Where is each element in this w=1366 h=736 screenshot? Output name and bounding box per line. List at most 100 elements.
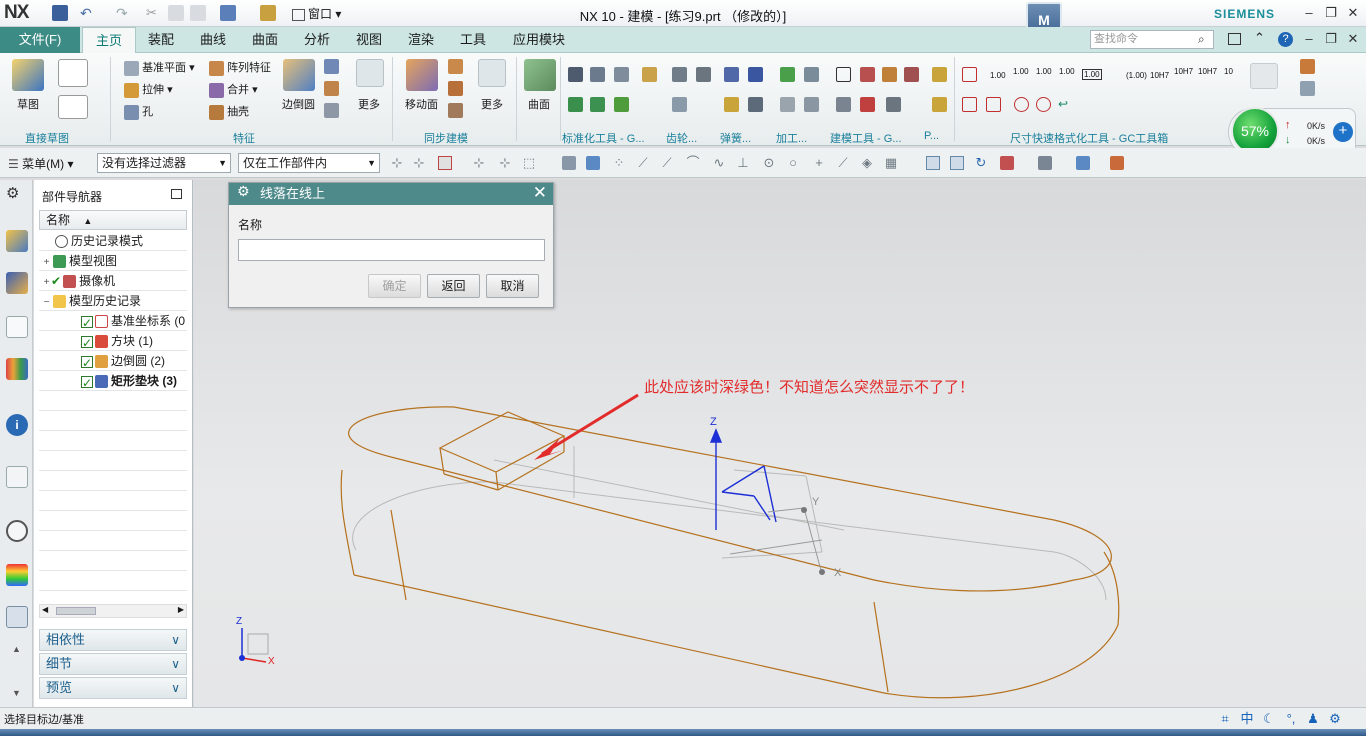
save-icon[interactable]	[52, 5, 68, 21]
visibility-checkbox[interactable]	[81, 373, 93, 390]
tree-row-model-views[interactable]: + 模型视图	[39, 251, 187, 271]
std-tool-icon-2[interactable]	[590, 67, 605, 82]
std-tool-icon-1[interactable]	[568, 67, 583, 82]
std-tool-icon-5[interactable]	[590, 97, 605, 112]
surface-button[interactable]: 曲面	[528, 96, 550, 112]
more-features-button[interactable]: 更多	[358, 96, 380, 112]
ime-lang[interactable]: 中	[1236, 709, 1258, 729]
fit-view-icon[interactable]	[926, 156, 940, 170]
touch-mode-icon[interactable]	[260, 5, 276, 21]
tab-render[interactable]: 渲染	[400, 27, 442, 53]
dim-value[interactable]: (1.00)	[1126, 71, 1147, 80]
machining-tool-icon-4[interactable]	[804, 97, 819, 112]
delete-face-icon[interactable]	[448, 103, 463, 118]
back-button[interactable]: 返回	[427, 274, 480, 298]
redo-icon[interactable]: ↷	[116, 5, 132, 21]
vertex-snap-icon[interactable]: ⁘	[612, 156, 626, 170]
dependencies-panel[interactable]: 相依性 ∨	[39, 629, 187, 651]
tree-row-edge-blend[interactable]: 边倒圆 (2)	[39, 351, 187, 371]
collapse-ribbon-icon[interactable]: ⌃	[1254, 30, 1265, 46]
layer-settings-icon[interactable]	[1250, 63, 1278, 89]
dim-tool-icon-3[interactable]	[986, 97, 1001, 112]
draft-icon[interactable]	[324, 81, 339, 96]
group-spring[interactable]: 弹簧...	[720, 130, 751, 146]
group-sync-modeling[interactable]: 同步建模	[424, 130, 468, 146]
edge-blend-button[interactable]: 边倒圆	[282, 96, 315, 112]
system-materials-icon[interactable]	[6, 564, 28, 586]
scroll-down-icon[interactable]: ▼	[12, 688, 21, 698]
scroll-up-icon[interactable]: ▲	[12, 644, 21, 654]
part-icon[interactable]	[220, 5, 236, 21]
group-feature[interactable]: 特征	[233, 130, 255, 146]
ime-settings-icon[interactable]: ⚙	[1324, 709, 1346, 729]
section-icon[interactable]	[1110, 156, 1124, 170]
tree-row-block[interactable]: 方块 (1)	[39, 331, 187, 351]
visibility-checkbox[interactable]	[81, 333, 93, 350]
file-menu-tab[interactable]: 文件(F)	[0, 27, 80, 53]
machining-tool-icon-3[interactable]	[780, 97, 795, 112]
modeling-tool-icon-5[interactable]	[836, 97, 851, 112]
visibility-checkbox[interactable]	[81, 353, 93, 370]
tree-row-datum-csys[interactable]: 基准坐标系 (0	[39, 311, 187, 331]
expand-icon[interactable]: +	[42, 253, 51, 270]
group-std-tools[interactable]: 标准化工具 - G...	[562, 130, 645, 146]
dim-tool-icon[interactable]	[962, 67, 977, 82]
dim-value[interactable]: 10H7	[1174, 67, 1193, 76]
dim-value[interactable]: 10H7	[1198, 67, 1217, 76]
hole-button[interactable]: 孔	[124, 103, 153, 120]
constraint-navigator-icon[interactable]	[6, 272, 28, 294]
rotate-icon[interactable]: ↻	[974, 156, 988, 170]
quick-access-icon[interactable]	[1300, 59, 1315, 74]
orient-icon[interactable]	[1000, 156, 1014, 170]
undo-icon[interactable]: ↶	[80, 5, 96, 21]
dim-tool-icon-4[interactable]	[1014, 97, 1029, 112]
tab-curve[interactable]: 曲线	[192, 27, 234, 53]
type-filter-select[interactable]: 没有选择过滤器 ▼	[97, 153, 231, 173]
ok-button[interactable]: 确定	[368, 274, 421, 298]
ime-toggle-icon[interactable]: ⌗	[1214, 709, 1236, 729]
machining-tool-icon[interactable]	[780, 67, 795, 82]
gear-tool-icon-2[interactable]	[696, 67, 711, 82]
body-select-icon[interactable]	[562, 156, 576, 170]
machining-tool-icon-2[interactable]	[804, 67, 819, 82]
scroll-right-icon[interactable]: ▶	[178, 605, 184, 614]
spline-snap-icon[interactable]: ∿	[712, 156, 726, 170]
extrude-button[interactable]: 拉伸 ▾	[124, 81, 173, 98]
dim-tool-icon-6[interactable]: ↩	[1058, 97, 1073, 112]
p-tool-icon[interactable]	[932, 67, 947, 82]
history-icon[interactable]	[6, 520, 28, 542]
move-face-button[interactable]: 移动面	[405, 96, 438, 112]
p-tool-icon-2[interactable]	[932, 97, 947, 112]
cancel-button[interactable]: 取消	[486, 274, 539, 298]
ime-punct-icon[interactable]: °,	[1280, 709, 1302, 729]
ime-toolbar[interactable]: ⌗ 中 ☾ °, ♟ ⚙	[1214, 709, 1366, 729]
settings-icon[interactable]: ⚙	[6, 184, 24, 202]
datum-plane-button[interactable]: 基准平面 ▾	[124, 59, 195, 76]
pattern-feature-button[interactable]: 阵列特征	[209, 59, 271, 76]
info-icon[interactable]: i	[6, 414, 28, 436]
dim-value[interactable]: 10H7	[1150, 71, 1169, 80]
sketch-icon[interactable]	[12, 59, 44, 91]
modeling-tool-icon-6[interactable]	[860, 97, 875, 112]
doc-minimize-button[interactable]: –	[1300, 30, 1318, 48]
gear-tool-icon[interactable]	[672, 67, 687, 82]
expand-icon[interactable]: +	[42, 273, 51, 290]
move-face-icon[interactable]	[406, 59, 438, 91]
ime-user-icon[interactable]: ♟	[1302, 709, 1324, 729]
dim-tool-icon-5[interactable]	[1036, 97, 1051, 112]
std-tool-icon-4[interactable]	[568, 97, 583, 112]
horizontal-scrollbar[interactable]: ◀ ▶	[39, 604, 187, 618]
group-gear[interactable]: 齿轮...	[666, 130, 697, 146]
group-dim-tools[interactable]: 尺寸快速格式化工具 - GC工具箱	[1010, 130, 1168, 146]
roles-icon[interactable]	[6, 606, 28, 628]
network-plus-icon[interactable]: +	[1333, 122, 1353, 142]
surface-icon[interactable]	[524, 59, 556, 91]
feature-select-icon[interactable]	[438, 156, 452, 170]
std-tool-icon-3[interactable]	[614, 67, 629, 82]
scroll-thumb[interactable]	[56, 607, 96, 615]
dim-value[interactable]: 10	[1224, 67, 1233, 76]
dim-value[interactable]: 1.00	[990, 71, 1006, 80]
tab-assembly[interactable]: 装配	[140, 27, 182, 53]
maximize-icon[interactable]	[171, 189, 182, 199]
modeling-tool-icon-2[interactable]	[860, 67, 875, 82]
